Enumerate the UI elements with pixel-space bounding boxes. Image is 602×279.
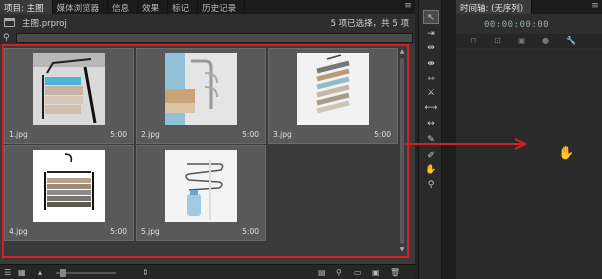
new-bin-icon[interactable]: ▭ [354, 268, 362, 277]
tab-timeline[interactable]: 时间轴: (无序列) [456, 0, 533, 14]
thumbnail-image [33, 150, 105, 222]
scroll-down-icon[interactable]: ▼ [398, 246, 406, 254]
zoom-out-icon[interactable]: ▴ [38, 268, 42, 277]
project-item-4[interactable]: 4.jpg 5:00 [4, 145, 134, 241]
premiere-workspace: 项目: 主图 媒体浏览器 信息 效果 标记 历史记录 ≡ 主图.prproj 5… [0, 0, 602, 279]
thumbnail-image [33, 53, 105, 125]
tab-history[interactable]: 历史记录 [198, 0, 246, 14]
item-duration: 5:00 [374, 130, 391, 139]
project-item-2[interactable]: 2.jpg 5:00 [136, 48, 266, 144]
project-tabbar: 项目: 主图 媒体浏览器 信息 效果 标记 历史记录 ≡ [0, 0, 415, 14]
hand-tool-icon[interactable]: ✋ [423, 163, 439, 177]
tab-info[interactable]: 信息 [108, 0, 139, 14]
project-item-5[interactable]: 5.jpg 5:00 [136, 145, 266, 241]
item-name: 1.jpg [9, 130, 28, 139]
search-input[interactable] [16, 33, 413, 43]
add-marker-icon[interactable]: ▣ [518, 36, 526, 45]
trash-icon[interactable]: 🗑 [390, 268, 400, 277]
zoom-slider-handle[interactable] [60, 269, 66, 277]
pen-tool-icon-2[interactable]: ✐ [423, 149, 439, 163]
project-item-3[interactable]: 3.jpg 5:00 [268, 48, 398, 144]
tab-project[interactable]: 项目: 主图 [0, 0, 53, 14]
tabbar-spacer [245, 0, 401, 14]
tab-media-browser[interactable]: 媒体浏览器 [53, 0, 109, 14]
drag-arrow [405, 138, 528, 150]
item-name: 5.jpg [141, 227, 160, 236]
linked-selection-icon[interactable]: ⊡ [494, 36, 501, 45]
project-item-1[interactable]: 1.jpg 5:00 [4, 48, 134, 144]
thumbnail-image [297, 53, 369, 125]
timeline-body[interactable] [456, 50, 602, 279]
rolling-edit-tool-icon[interactable]: ⇼ [423, 57, 439, 71]
snap-icon[interactable]: ⊓ [470, 36, 476, 45]
scroll-thumb[interactable] [400, 58, 404, 244]
project-bottom-toolbar: ☰ ▦ ▴ ⇕ ▤ ⚲ ▭ ▣ 🗑 [0, 264, 415, 279]
vertical-scrollbar[interactable]: ▲ ▼ [398, 48, 406, 254]
search-icon[interactable]: ⚲ [3, 33, 10, 43]
list-view-icon[interactable]: ☰ [4, 268, 11, 277]
item-duration: 5:00 [110, 227, 127, 236]
timeline-tabbar: 时间轴: (无序列) ≡ [456, 0, 602, 14]
rate-stretch-tool-icon[interactable]: ⇿ [423, 72, 439, 86]
search-row: ⚲ [0, 32, 415, 44]
item-name: 4.jpg [9, 227, 28, 236]
panel-menu-icon[interactable]: ≡ [588, 0, 602, 14]
find-icon[interactable]: ⚲ [336, 268, 342, 277]
scroll-up-icon[interactable]: ▲ [398, 48, 406, 56]
item-duration: 5:00 [242, 227, 259, 236]
item-name: 2.jpg [141, 130, 160, 139]
sort-icon[interactable]: ⇕ [142, 268, 149, 277]
timecode-display[interactable]: 00:00:00:00 [484, 20, 549, 30]
wrench-icon[interactable]: 🔧 [566, 36, 576, 45]
tab-effects[interactable]: 效果 [138, 0, 169, 14]
project-name: 主图.prproj [22, 19, 67, 29]
ripple-edit-tool-icon[interactable]: ⇹ [423, 41, 439, 55]
automate-to-sequence-icon[interactable]: ▤ [318, 268, 326, 277]
timeline-toolbar: ⊓ ⊡ ▣ ● 🔧 [456, 34, 602, 48]
item-duration: 5:00 [110, 130, 127, 139]
project-panel: 项目: 主图 媒体浏览器 信息 效果 标记 历史记录 ≡ 主图.prproj 5… [0, 0, 415, 279]
tab-markers[interactable]: 标记 [168, 0, 199, 14]
zoom-tool-icon[interactable]: ⚲ [423, 178, 439, 192]
project-bin-icon [4, 18, 15, 27]
item-duration: 5:00 [242, 130, 259, 139]
selection-status: 5 项已选择，共 5 项 [330, 19, 409, 29]
new-item-icon[interactable]: ▣ [372, 268, 380, 277]
panel-menu-icon[interactable]: ≡ [401, 0, 415, 14]
slip-tool-icon[interactable]: ⟷ [423, 101, 439, 115]
item-name: 3.jpg [273, 130, 292, 139]
icon-view-icon[interactable]: ▦ [18, 268, 26, 277]
track-select-tool-icon[interactable]: ⇥ [423, 27, 439, 41]
thumbnail-image [165, 53, 237, 125]
thumbnail-image [165, 150, 237, 222]
tabbar-spacer [532, 0, 588, 14]
razor-tool-icon[interactable]: ⚔ [423, 86, 439, 100]
selection-tool-icon[interactable]: ↖ [423, 10, 439, 24]
marker-icon[interactable]: ● [542, 36, 549, 45]
grab-hand-cursor-icon: ✋ [558, 146, 575, 161]
project-header: 主图.prproj 5 项已选择，共 5 项 [0, 14, 415, 32]
slide-tool-icon[interactable]: ↔ [423, 117, 439, 131]
